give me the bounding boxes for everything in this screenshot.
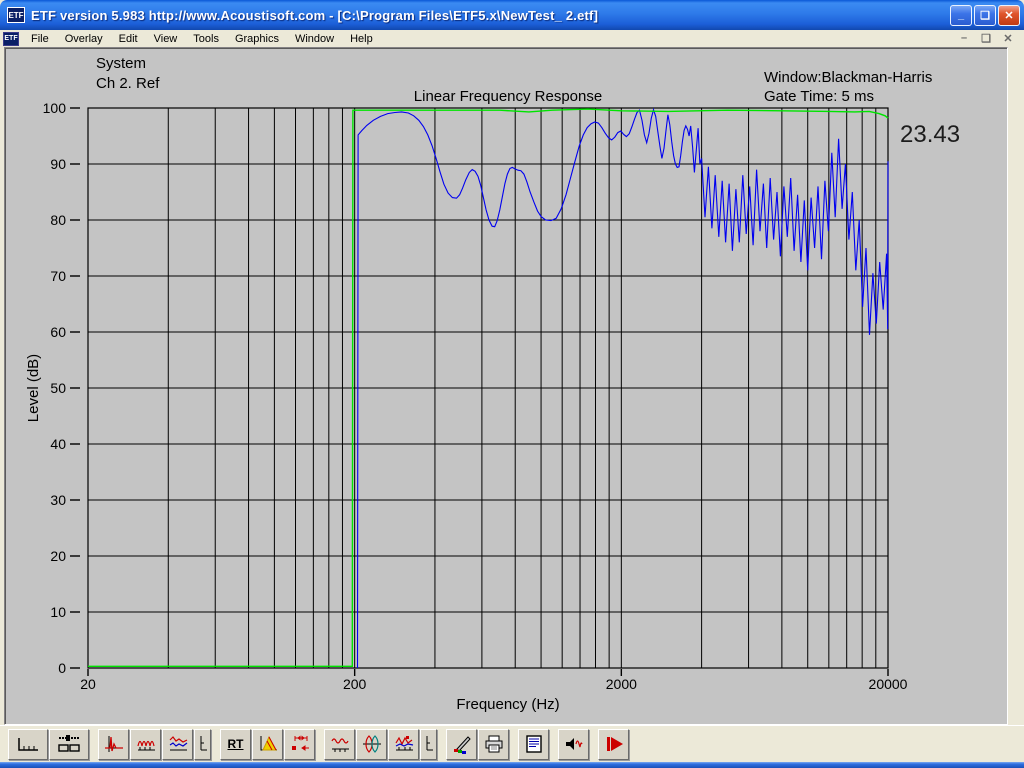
x-tick-label: 2000 xyxy=(605,676,637,692)
chart-area xyxy=(4,47,1008,725)
spectrum-markers-button[interactable] xyxy=(388,728,419,760)
notes-button[interactable] xyxy=(518,728,549,760)
close-button[interactable]: ✕ xyxy=(998,4,1020,26)
spectrum-markers-icon xyxy=(394,736,413,751)
play-button[interactable] xyxy=(598,728,629,760)
waterfall-icon xyxy=(260,735,277,751)
wavelet-cycles-icon xyxy=(362,735,381,753)
rt60-button[interactable]: RT xyxy=(220,728,251,760)
phase-button[interactable] xyxy=(194,728,211,760)
window-function-label: Window:Blackman-Harris xyxy=(764,69,933,86)
title-bar[interactable]: ETF ETF version 5.983 http://www.Acousti… xyxy=(0,0,1024,30)
legend-reference: Ch 2. Ref xyxy=(96,75,160,92)
x-axis-label: Frequency (Hz) xyxy=(456,696,560,713)
overlay-traces-button[interactable] xyxy=(162,728,193,760)
rt60-label: RT xyxy=(227,737,244,751)
menu-item-graphics[interactable]: Graphics xyxy=(227,32,287,46)
menu-item-tools[interactable]: Tools xyxy=(185,32,227,46)
menu-items: File Overlay Edit View Tools Graphics Window He… xyxy=(23,32,381,46)
y-tick-label: 90 xyxy=(50,156,66,172)
signal-generator-icon xyxy=(565,738,583,750)
window-bottom-border xyxy=(0,762,1024,768)
play-icon xyxy=(606,737,623,751)
notes-icon xyxy=(525,735,542,753)
color-edit-button[interactable] xyxy=(446,728,477,760)
minimize-button[interactable]: _ xyxy=(950,4,972,26)
menu-item-window[interactable]: Window xyxy=(287,32,342,46)
levels-icon xyxy=(58,735,80,752)
signal-generator-button[interactable] xyxy=(558,728,589,760)
menu-item-edit[interactable]: Edit xyxy=(111,32,146,46)
print-button[interactable] xyxy=(478,728,509,760)
menu-item-view[interactable]: View xyxy=(146,32,186,46)
frequency-response-button[interactable] xyxy=(130,728,161,760)
gate-time-label: Gate Time: 5 ms xyxy=(764,88,875,105)
gating-icon xyxy=(291,735,309,751)
gating-button[interactable] xyxy=(284,728,315,760)
phase-icon-2 xyxy=(426,736,433,751)
application-window: ETF ETF version 5.983 http://www.Acousti… xyxy=(0,0,1024,768)
menu-item-overlay[interactable]: Overlay xyxy=(57,32,111,46)
wavelet-cycles-button[interactable] xyxy=(356,728,387,760)
impulse-response-icon xyxy=(104,736,123,752)
app-icon: ETF xyxy=(7,7,25,23)
smoothed-response-icon xyxy=(330,738,349,752)
menu-item-file[interactable]: File xyxy=(23,32,57,46)
chart-title: Linear Frequency Response xyxy=(413,88,603,105)
mdi-close-button[interactable]: ✕ xyxy=(1000,32,1016,45)
y-tick-label: 80 xyxy=(50,212,66,228)
printer-icon xyxy=(485,735,502,753)
y-tick-label: 40 xyxy=(50,436,66,452)
overlay-traces-icon xyxy=(169,736,187,751)
x-tick-label: 20000 xyxy=(868,676,908,692)
frequency-response-icon xyxy=(136,740,155,751)
y-tick-label: 30 xyxy=(50,492,66,508)
x-tick-label: 200 xyxy=(342,676,367,692)
legend-system: System xyxy=(96,55,147,72)
restore-button[interactable]: ❏ xyxy=(974,4,996,26)
y-tick-label: 50 xyxy=(50,380,66,396)
impulse-response-button[interactable] xyxy=(98,728,129,760)
y-tick-label: 10 xyxy=(50,604,66,620)
menu-item-help[interactable]: Help xyxy=(342,32,381,46)
phase-icon xyxy=(200,736,207,751)
y-tick-label: 60 xyxy=(50,324,66,340)
window-title: ETF version 5.983 http://www.Acoustisoft… xyxy=(31,7,599,23)
measurement-info: Window:Blackman-Harris Gate Time: 5 ms xyxy=(764,68,932,106)
y-tick-label: 100 xyxy=(42,100,66,116)
x-tick-label: 20 xyxy=(80,676,96,692)
smoothed-response-button[interactable] xyxy=(324,728,355,760)
cursor-readout: 23.43 xyxy=(900,121,961,148)
waterfall-button[interactable] xyxy=(252,728,283,760)
y-tick-label: 70 xyxy=(50,268,66,284)
y-tick-label: 0 xyxy=(58,660,66,676)
color-edit-icon xyxy=(453,736,471,754)
toolbar: RT xyxy=(0,725,1024,762)
levels-button[interactable] xyxy=(49,728,89,760)
phase-button-2[interactable] xyxy=(420,728,437,760)
mdi-document-icon[interactable]: ETF xyxy=(3,31,19,46)
y-tick-label: 20 xyxy=(50,548,66,564)
mdi-minimize-button[interactable]: – xyxy=(956,32,972,45)
menu-bar: ETF File Overlay Edit View Tools Graphics Wind… xyxy=(0,30,1024,47)
mdi-restore-button[interactable]: ❏ xyxy=(978,32,994,45)
time-axis-button[interactable] xyxy=(8,728,48,760)
